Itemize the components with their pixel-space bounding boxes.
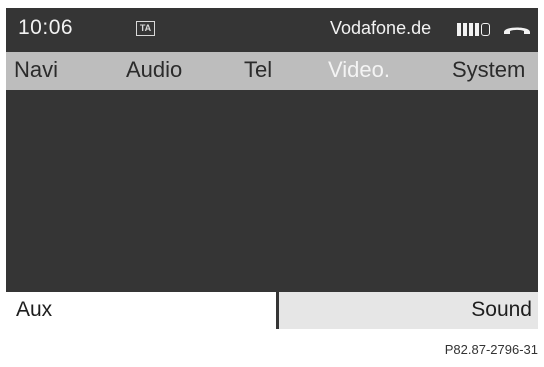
menu-item-system[interactable]: System [452,57,525,83]
signal-bar [469,23,473,36]
signal-bar-empty [481,23,490,36]
figure-code: P82.87-2796-31 [444,342,538,357]
menu-item-audio[interactable]: Audio [126,57,182,83]
head-unit-screen: 10:06 TA Vodafone.de Navi Audio Tel Vide… [6,8,538,329]
menu-item-video[interactable]: Video. [328,57,390,83]
signal-bar [457,23,461,36]
status-bar: 10:06 TA Vodafone.de [6,8,538,50]
soft-button-bar: Aux Sound [6,292,538,329]
aux-button[interactable]: Aux [6,292,276,329]
aux-button-label: Aux [16,298,53,321]
sound-button[interactable]: Sound [279,292,538,329]
carrier-name: Vodafone.de [330,18,432,38]
signal-strength-icon [457,23,490,36]
main-menu-bar: Navi Audio Tel Video. System [6,52,538,90]
menu-item-navi[interactable]: Navi [14,57,58,83]
phone-handset-icon [504,27,530,34]
signal-bar [463,23,467,36]
sound-button-label: Sound [471,298,532,321]
traffic-announcement-icon: TA [136,21,155,36]
menu-item-tel[interactable]: Tel [244,57,272,83]
clock: 10:06 [18,16,74,39]
signal-bar [475,23,479,36]
